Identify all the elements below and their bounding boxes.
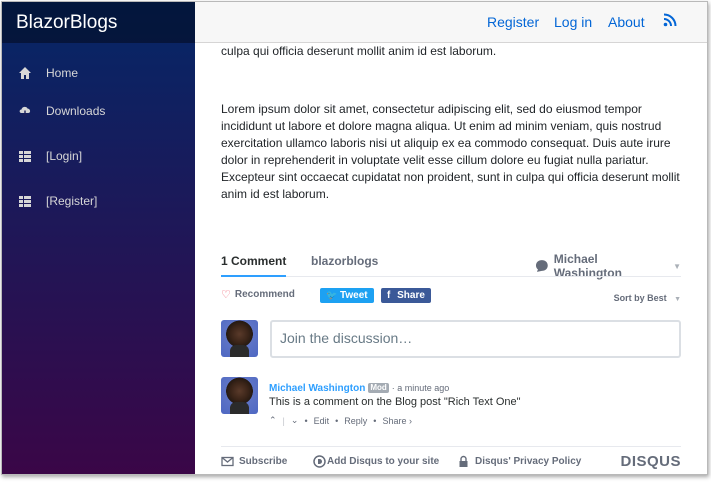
home-icon — [19, 67, 31, 79]
action-separator: • — [304, 415, 308, 426]
facebook-share-button[interactable]: f Share — [381, 288, 431, 303]
sort-label: Sort by Best — [613, 293, 667, 303]
comment-header: Michael Washington Mod · a minute ago — [269, 378, 449, 396]
envelope-icon — [221, 456, 234, 467]
heart-icon: ♡ — [221, 289, 231, 301]
subscribe-label: Subscribe — [239, 456, 288, 467]
comment-text: This is a comment on the Blog post "Rich… — [269, 396, 521, 408]
reply-link[interactable]: Reply — [344, 416, 367, 426]
list-icon — [19, 151, 31, 162]
login-link[interactable]: Log in — [554, 14, 592, 30]
post-paragraph: Lorem ipsum dolor sit amet, consectetur … — [221, 102, 680, 201]
sidebar: BlazorBlogs Home Downloads [Login] [Regi… — [2, 2, 195, 474]
sort-menu[interactable]: Sort by Best ▼ — [614, 288, 681, 306]
chat-bubble-icon — [535, 260, 548, 272]
tab-divider — [221, 276, 681, 277]
disqus-thread: 1 Comment blazorblogs Michael Washington… — [221, 248, 681, 474]
recommend-button[interactable]: ♡ Recommend — [221, 288, 295, 301]
twitter-icon: 🐦 — [326, 290, 338, 300]
footer-divider — [221, 446, 681, 447]
upvote-icon[interactable]: ⌃ — [269, 415, 277, 426]
register-link[interactable]: Register — [487, 14, 539, 30]
share-link[interactable]: Share › — [382, 416, 412, 426]
caret-down-icon: ▼ — [674, 296, 681, 303]
post-text-top: culpa qui officia deserunt mollit anim i… — [221, 44, 497, 58]
sidebar-item-label: Downloads — [46, 104, 106, 118]
caret-down-icon: ▼ — [673, 261, 681, 271]
cloud-download-icon — [19, 106, 31, 118]
sidebar-item-label: [Register] — [46, 194, 98, 208]
tweet-button[interactable]: 🐦 Tweet — [320, 288, 374, 303]
tab-site[interactable]: blazorblogs — [311, 254, 378, 268]
subscribe-link[interactable]: Subscribe — [221, 455, 287, 468]
disqus-logo[interactable]: DISQUS — [620, 453, 681, 470]
sidebar-item-register[interactable]: [Register] — [18, 194, 97, 208]
sidebar-item-label: [Login] — [46, 149, 83, 163]
sidebar-item-downloads[interactable]: Downloads — [18, 104, 105, 118]
main-content: culpa qui officia deserunt mollit anim i… — [195, 43, 707, 474]
sidebar-item-home[interactable]: Home — [18, 66, 78, 80]
about-link[interactable]: About — [608, 14, 645, 30]
vote-divider: | — [282, 415, 285, 426]
tab-active-underline — [221, 275, 286, 277]
facebook-icon: f — [387, 290, 391, 301]
sidebar-item-label: Home — [46, 66, 79, 80]
lock-icon — [459, 455, 468, 467]
tweet-label: Tweet — [340, 290, 368, 301]
browser-window: BlazorBlogs Home Downloads [Login] [Regi… — [1, 1, 708, 475]
add-disqus-link[interactable]: Add Disqus to your site — [313, 455, 439, 468]
comment-actions: ⌃ | ⌄ • Edit • Reply • Share › — [269, 415, 412, 426]
add-disqus-label: Add Disqus to your site — [327, 456, 440, 467]
mod-badge: Mod — [368, 383, 389, 393]
privacy-label: Disqus' Privacy Policy — [475, 456, 582, 467]
list-icon — [19, 196, 31, 207]
app-brand[interactable]: BlazorBlogs — [2, 2, 195, 43]
edit-link[interactable]: Edit — [314, 416, 330, 426]
recommend-label: Recommend — [234, 289, 295, 300]
action-separator: • — [373, 415, 377, 426]
rss-icon[interactable] — [663, 13, 677, 27]
top-row: Register Log in About — [195, 2, 707, 43]
comment-time[interactable]: a minute ago — [397, 383, 449, 393]
privacy-link[interactable]: Disqus' Privacy Policy — [457, 455, 581, 468]
downvote-icon[interactable]: ⌄ — [291, 415, 299, 426]
comment-avatar[interactable] — [221, 377, 258, 414]
comment-author[interactable]: Michael Washington — [269, 383, 365, 394]
share-label: Share — [397, 290, 425, 301]
discussion-input[interactable]: Join the discussion… — [270, 320, 681, 358]
sidebar-item-login[interactable]: [Login] — [18, 149, 82, 163]
avatar[interactable] — [221, 320, 258, 357]
action-separator: • — [335, 415, 339, 426]
disqus-d-icon — [313, 455, 326, 468]
tab-comments[interactable]: 1 Comment — [221, 254, 286, 268]
